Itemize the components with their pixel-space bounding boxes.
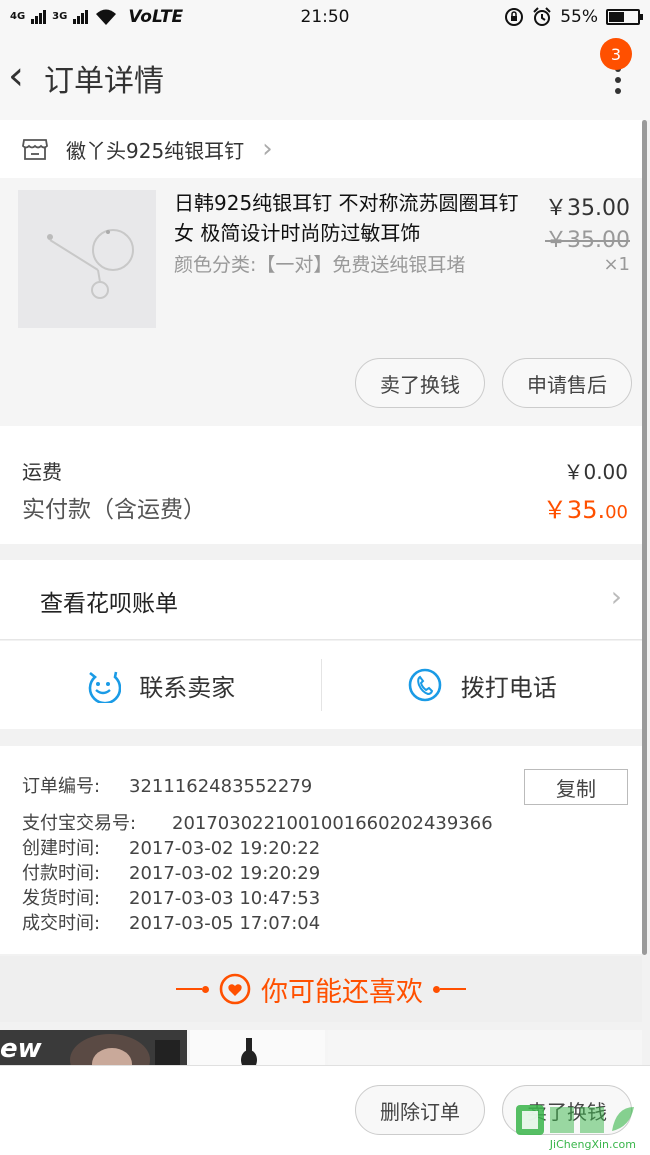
notification-badge: 3 [600, 38, 632, 70]
info-label: 订单编号: [22, 776, 101, 797]
battery-percent: 55% [560, 7, 598, 27]
shipped-time: 2017-03-03 10:47:53 [129, 888, 321, 909]
order-content: 徽丫头925纯银耳钉 › 日韩925纯银耳钉 不对称流苏圆圈耳钉女 极简设计时尚… [0, 120, 650, 1065]
tile-product-icon [241, 1038, 257, 1065]
alarm-icon [533, 7, 551, 26]
status-bar: 4G 3G VoLTE 21:50 55% [0, 0, 650, 34]
page-title: 订单详情 [44, 64, 164, 99]
paid-time-line: 付款时间: 2017-03-02 19:20:29 [22, 861, 642, 886]
created-time-line: 创建时间: 2017-03-02 19:20:22 [22, 836, 642, 861]
huabei-bill-row[interactable]: 查看花呗账单 › [0, 560, 642, 640]
created-time: 2017-03-02 19:20:22 [129, 838, 321, 859]
call-phone-button[interactable]: 拨打电话 [322, 641, 643, 729]
bottom-action-bar: 删除订单 卖了换钱 JiChengXin.com [0, 1065, 650, 1155]
wifi-icon [96, 9, 117, 25]
recommend-tile[interactable]: ew [0, 1030, 187, 1065]
paid-amount: ￥35.00 [543, 490, 628, 525]
info-label: 创建时间: [22, 838, 101, 859]
product-sku: 颜色分类:【一对】免费送纯银耳堵 [174, 254, 466, 276]
completed-time: 2017-03-05 17:07:04 [129, 913, 321, 934]
order-info: 订单编号: 3211162483552279 支付宝交易号: 20170302210… [0, 746, 642, 954]
store-icon [22, 139, 48, 160]
completed-time-line: 成交时间: 2017-03-05 17:07:04 [22, 911, 642, 936]
product-quantity: ×1 [603, 254, 630, 275]
chevron-right-icon: › [610, 580, 622, 613]
decor-dash-left [176, 985, 209, 993]
paid-label: 实付款（含运费） [22, 497, 206, 523]
nav-bar: ‹ 订单详情 3 [0, 34, 650, 120]
shipping-value: ￥0.00 [563, 460, 628, 484]
paid-amount-dec: 00 [605, 502, 628, 523]
more-menu-icon[interactable] [614, 66, 622, 94]
signal-4g-label: 4G [10, 11, 26, 22]
battery-fill [609, 12, 625, 22]
battery-icon [606, 9, 643, 25]
sell-for-cash-button[interactable]: 卖了换钱 [355, 358, 485, 408]
product-price: ￥35.00 [545, 196, 630, 221]
phone-icon [408, 668, 442, 702]
info-label: 付款时间: [22, 863, 101, 884]
decor-dash-right [433, 985, 466, 993]
status-right: 55% [504, 7, 643, 27]
signal-3g-label: 3G [52, 11, 68, 22]
product-title[interactable]: 日韩925纯银耳钉 不对称流苏圆圈耳钉女 极简设计时尚防过敏耳饰 [174, 188, 526, 248]
fee-summary: 运费 ￥0.00 实付款（含运费） ￥35.00 [0, 426, 642, 544]
chevron-right-icon: › [262, 134, 273, 164]
paid-amount-int: ￥35. [542, 496, 606, 524]
recommend-tiles: ew [0, 1030, 642, 1065]
paid-time: 2017-03-02 19:20:29 [129, 863, 321, 884]
alipay-trade-line: 支付宝交易号: 2017030221001001660202439366 [22, 811, 642, 836]
info-label: 发货时间: [22, 888, 101, 909]
watermark-text: JiChengXin.com [549, 1138, 636, 1151]
contact-seller-label: 联系卖家 [139, 673, 236, 702]
alipay-trade-number: 2017030221001001660202439366 [172, 813, 493, 834]
delete-order-button[interactable]: 删除订单 [355, 1085, 485, 1135]
recommend-tile[interactable] [190, 1030, 325, 1065]
status-signals: 4G 3G VoLTE [10, 7, 183, 27]
order-number: 3211162483552279 [129, 776, 313, 797]
recommend-tile[interactable] [328, 1030, 642, 1065]
heart-icon [219, 973, 251, 1005]
lock-rotation-icon [505, 8, 524, 26]
order-item[interactable]: 日韩925纯银耳钉 不对称流苏圆圈耳钉女 极简设计时尚防过敏耳饰 颜色分类:【一… [0, 178, 642, 426]
back-arrow-icon[interactable]: ‹ [8, 56, 24, 96]
recommend-title: 你可能还喜欢 [261, 976, 423, 1008]
tile-photo-icon [70, 1034, 180, 1065]
shop-row[interactable]: 徽丫头925纯银耳钉 › [0, 120, 642, 178]
copy-button[interactable]: 复制 [524, 769, 628, 805]
huabei-label: 查看花呗账单 [40, 591, 178, 617]
contact-row: 联系卖家 拨打电话 [0, 641, 642, 729]
volte-label: VoLTE [128, 7, 184, 27]
shipped-time-line: 发货时间: 2017-03-03 10:47:53 [22, 886, 642, 911]
info-label: 成交时间: [22, 913, 101, 934]
shipping-label: 运费 [22, 460, 62, 484]
info-label: 支付宝交易号: [22, 813, 137, 834]
shop-name: 徽丫头925纯银耳钉 [66, 138, 245, 163]
contact-seller-button[interactable]: 联系卖家 [0, 641, 321, 729]
signal-bars-2-icon [73, 10, 89, 24]
after-sale-button[interactable]: 申请售后 [502, 358, 632, 408]
product-image[interactable] [18, 190, 156, 328]
earring-image-icon [47, 229, 134, 299]
signal-bars-icon [31, 10, 47, 24]
call-phone-label: 拨打电话 [460, 673, 557, 702]
recommend-banner: 你可能还喜欢 [0, 956, 642, 1022]
chat-face-icon [88, 671, 122, 703]
product-original-price: ￥35.00 [545, 228, 630, 253]
